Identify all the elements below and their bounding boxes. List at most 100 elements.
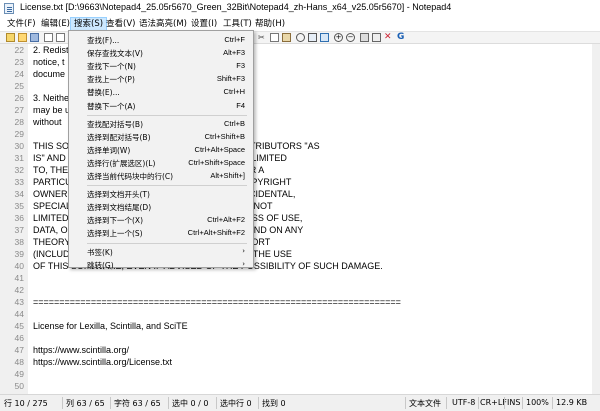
status-ins[interactable]: INS [507,398,520,407]
menu-edit[interactable]: 编辑(E) [38,17,73,31]
replace-icon[interactable] [308,33,317,42]
menu-item-shortcut: Alt+Shift+] [210,171,245,180]
menu-item-label: 替换(E)... [87,88,120,98]
new-file-icon[interactable] [6,33,15,42]
menu-item-label: 书签(K) [87,247,113,257]
paste-icon[interactable] [282,33,291,42]
line-number: 43 [14,297,24,307]
search-menu-item[interactable]: 保存查找文本(V) Alt+F3 [69,47,253,60]
menu-item-shortcut: Ctrl+F [224,35,245,44]
copy-icon[interactable] [270,33,279,42]
search-menu-item[interactable]: 替换下一个(A) F4 [69,100,253,113]
menu-syntax[interactable]: 语法高亮(M) [136,17,190,31]
search-menu-item[interactable]: 查找上一个(P) Shift+F3 [69,73,253,86]
menu-item-label: 保存查找文本(V) [87,49,143,59]
find-icon[interactable] [296,33,305,42]
search-menu-item[interactable]: 选择到文档开头(T) [69,188,253,201]
menu-search[interactable]: 搜索(S) [70,17,108,31]
line-number: 32 [14,165,24,175]
menu-item-label: 选择单词(W) [87,145,131,155]
line-number: 37 [14,225,24,235]
menu-item-shortcut: Ctrl+B [223,118,245,128]
menu-item-label: 选择当前代码块中的行(C) [87,172,174,181]
word-wrap-icon[interactable] [320,33,329,42]
status-encoding[interactable]: UTF-8 [452,398,475,407]
status-eol[interactable]: CR+LF [480,398,507,407]
menu-tools[interactable]: 工具(T) [220,17,255,31]
menu-item-shortcut: Ctrl+Alt+Shift+F2 [187,228,245,238]
search-menu-item[interactable]: 替换(E)... Ctrl+H [69,86,253,99]
menu-file[interactable]: 文件(F) [4,17,39,31]
search-menu-item[interactable]: 选择单词(W) Ctrl+Alt+Space [69,144,253,157]
line-number: 31 [14,153,24,163]
search-menu-item[interactable]: 查找下一个(N) F3 [69,60,253,73]
cut-icon[interactable]: ✂ [258,33,267,42]
menu-item-label: 选择到下一个(X) [87,216,143,226]
save-icon[interactable] [30,33,39,42]
menu-settings[interactable]: 设置(I) [188,17,220,31]
window-title: License.txt [D:\9663\Notepad4_25.05r5670… [20,2,452,12]
search-menu-item[interactable]: 选择行(扩展选区)(L) Ctrl+Shift+Space [69,157,253,170]
open-folder-icon[interactable] [18,33,27,42]
menu-item-label: 选择到上一个(S) [87,229,143,239]
google-search-icon[interactable]: G [397,33,406,42]
line-number: 45 [14,321,24,331]
search-menu-item[interactable]: 查找配对括号(B) Ctrl+B [69,118,253,131]
line-number: 29 [14,129,24,139]
status-size: 12.9 KB [556,398,588,407]
menu-item-shortcut: Shift+F3 [216,74,245,84]
line-number: 27 [14,105,24,115]
line-number: 36 [14,213,24,223]
vertical-scrollbar[interactable] [592,44,600,394]
line-number: 49 [14,369,24,379]
menu-help[interactable]: 帮助(H) [252,17,288,31]
code-line: ========================================… [33,297,401,307]
line-number: 42 [14,285,24,295]
scheme-icon[interactable] [360,33,369,42]
line-number: 34 [14,189,24,199]
search-menu-item[interactable]: 选择到下一个(X) Ctrl+Alt+F2 [69,214,253,227]
menu-item-shortcut: Ctrl+Alt+Space [194,144,245,154]
search-menu-item[interactable]: 跳转(G) › [69,259,253,272]
line-number: 40 [14,261,24,271]
status-zoom[interactable]: 100% [526,398,549,407]
status-column: 列 63 / 65 [66,399,105,408]
menu-item-shortcut: Ctrl+Shift+B [204,131,245,141]
menu-item-label: 选择行(扩展选区)(L) [87,158,156,168]
search-menu-item[interactable]: 选择当前代码块中的行(C) Alt+Shift+] [69,170,253,183]
search-menu-item[interactable]: 书签(K) › [69,246,253,259]
menu-item-label: 查找(F)... [87,36,120,45]
status-lexer[interactable]: 文本文件 [409,398,441,409]
menu-item-shortcut: Alt+F3 [223,48,245,58]
menu-bar: 文件(F) 编辑(E) 搜索(S) 查看(V) 语法高亮(M) 设置(I) 工具… [0,17,600,31]
menu-view[interactable]: 查看(V) [103,17,138,31]
line-number: 23 [14,57,24,67]
search-menu-item[interactable]: 选择到配对括号(B) Ctrl+Shift+B [69,131,253,144]
menu-separator [87,185,247,187]
zoom-out-icon[interactable]: − [346,33,355,42]
notepad-app-icon [4,3,14,14]
customize-icon[interactable] [372,33,381,42]
menu-item-shortcut: Ctrl+Alt+F2 [207,215,245,225]
menu-item-shortcut: Ctrl+Shift+Space [188,157,245,167]
redo-icon[interactable] [56,33,65,42]
zoom-in-icon[interactable]: + [334,33,343,42]
menu-item-label: 选择到文档开头(T) [87,190,150,200]
search-menu-item[interactable]: 选择到文档结尾(D) [69,201,253,214]
code-line: https://www.scintilla.org/License.txt [33,357,173,367]
search-menu-item[interactable]: 查找(F)... Ctrl+F [69,34,253,47]
menu-item-label: 查找下一个(N) [87,62,136,72]
line-number: 30 [14,141,24,151]
search-menu-item[interactable]: 选择到上一个(S) Ctrl+Alt+Shift+F2 [69,227,253,240]
status-char: 字符 63 / 65 [114,399,161,408]
status-bar: 行 10 / 275 列 63 / 65 字符 63 / 65 选中 0 / 0… [0,394,600,411]
status-selected-lines: 选中行 0 [220,399,252,408]
undo-icon[interactable] [44,33,53,42]
code-line: License for Lexilla, Scintilla, and SciT… [33,321,188,331]
code-line: without [33,117,62,127]
close-icon[interactable]: ✕ [384,33,393,42]
line-number: 24 [14,69,24,79]
menu-item-shortcut: F4 [236,100,245,110]
menu-item-label: 查找上一个(P) [87,75,135,85]
status-line: 行 10 / 275 [4,399,48,408]
